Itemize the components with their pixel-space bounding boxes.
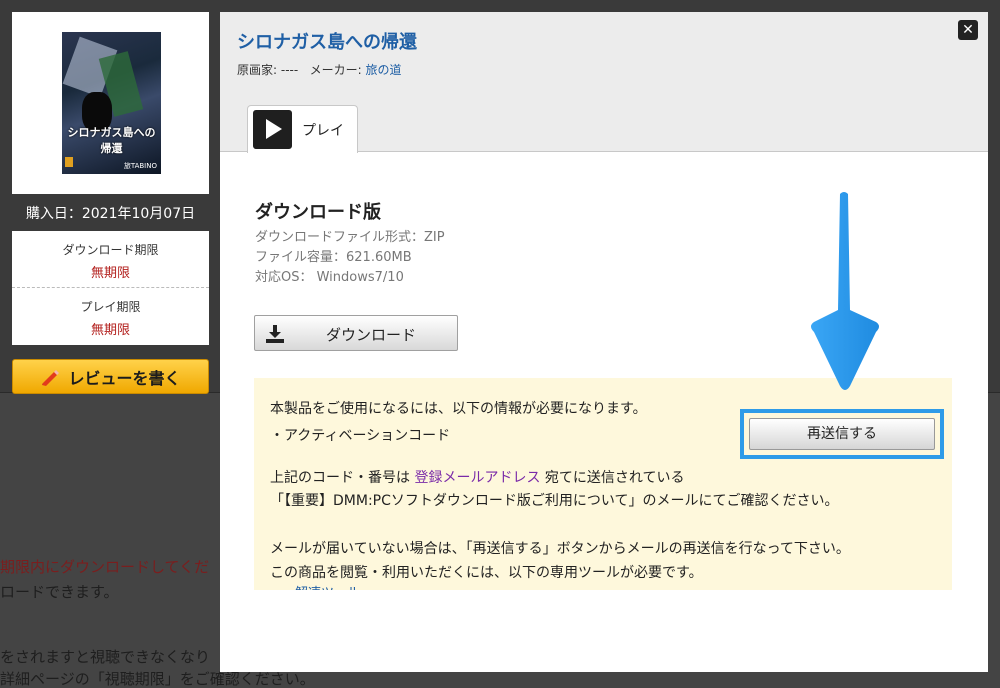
notice-line-5: メールが届いていない場合は、「再送信する」ボタンからメールの再送信を行なって下さ… <box>270 541 850 557</box>
play-icon <box>253 110 292 149</box>
notice-line-2: ・アクティベーションコード <box>270 428 451 444</box>
resend-highlight-frame: 再送信する <box>740 409 944 459</box>
file-size: ファイル容量：621.60MB <box>255 250 412 265</box>
notice-line-7-cut: ・解凍ツール <box>282 582 360 590</box>
write-review-label: レビューを書く <box>68 368 181 388</box>
notice-line-1: 本製品をご使用になるには、以下の情報が必要になります。 <box>270 401 647 417</box>
purchase-date: 購入日：2021年10月07日 <box>25 206 196 222</box>
supported-os: 対応OS： Windows7/10 <box>255 270 404 285</box>
notice-line-4: 「【重要】DMM:PCソフトダウンロード版ご利用について」のメールにてご確認くだ… <box>270 493 839 509</box>
meta-line: 原画家: ---- メーカー: 旅の道 <box>237 61 402 78</box>
limits-panel: ダウンロード期限 無期限 プレイ期限 無期限 <box>12 231 209 345</box>
modal-header: シロナガス島への帰還 原画家: ---- メーカー: 旅の道 ✕ プレイ <box>220 12 988 153</box>
arrow-down-icon <box>811 192 879 390</box>
download-limit-value: 無期限 <box>90 266 130 281</box>
background-text-3: をされますと視聴できなくなり <box>0 648 211 666</box>
background-text-1: 期限内にダウンロードしてくだ <box>0 558 210 576</box>
write-review-button[interactable]: レビューを書く <box>12 359 209 394</box>
tab-play[interactable]: プレイ <box>247 105 358 153</box>
play-limit-label: プレイ期限 <box>80 300 141 314</box>
close-button[interactable]: ✕ <box>958 20 978 40</box>
file-format: ダウンロードファイル形式：ZIP <box>255 230 445 245</box>
notice-line-3-pre: 上記のコード・番号は <box>270 470 410 486</box>
section-title: ダウンロード版 <box>255 202 381 223</box>
registered-email-link[interactable]: 登録メールアドレス <box>414 470 540 486</box>
notice-line-6: この商品を閲覧・利用いただくには、以下の専用ツールが必要です。 <box>270 565 703 581</box>
play-limit-row: プレイ期限 無期限 <box>12 288 209 345</box>
modal-title[interactable]: シロナガス島への帰還 <box>237 28 417 54</box>
close-icon: ✕ <box>962 22 974 38</box>
notice-line-3: 上記のコード・番号は 登録メールアドレス 宛てに送信されている <box>270 467 685 487</box>
download-limit-label: ダウンロード期限 <box>62 243 159 257</box>
product-thumbnail-card: シロナガス島への帰還 旅TABINO <box>12 12 209 194</box>
notice-line-3-post: 宛てに送信されている <box>544 470 685 486</box>
illustrator-label: 原画家: ---- <box>237 63 299 77</box>
background-text-2: ロードできます。 <box>0 583 119 601</box>
download-icon <box>266 325 284 343</box>
resend-button[interactable]: 再送信する <box>749 418 935 450</box>
tab-play-label: プレイ <box>302 122 344 139</box>
download-limit-row: ダウンロード期限 無期限 <box>12 231 209 288</box>
download-button[interactable]: ダウンロード <box>254 315 458 351</box>
maker-link[interactable]: 旅の道 <box>366 63 402 77</box>
age-rating-icon <box>65 157 73 167</box>
cover-logo: 旅TABINO <box>123 162 157 170</box>
product-cover-image[interactable]: シロナガス島への帰還 旅TABINO <box>62 32 161 174</box>
maker-label: メーカー: <box>309 63 362 77</box>
play-limit-value: 無期限 <box>90 323 130 338</box>
download-label: ダウンロード <box>325 326 416 344</box>
cover-title-text: シロナガス島への帰還 <box>67 126 156 155</box>
pencil-icon <box>42 369 60 386</box>
